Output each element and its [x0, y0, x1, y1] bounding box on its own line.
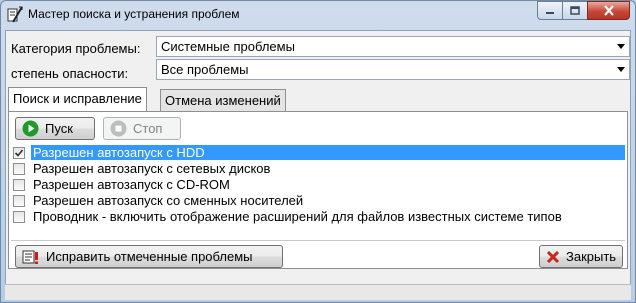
checkbox[interactable]	[13, 179, 25, 191]
status-bar	[5, 284, 631, 300]
list-item[interactable]: Разрешен автозапуск со сменных носителей	[11, 193, 625, 209]
checkmark-icon	[14, 149, 24, 157]
stop-icon	[110, 120, 127, 137]
list-item[interactable]: Проводник - включить отображение расшире…	[11, 209, 625, 225]
dialog-body: Категория проблемы: Системные проблемы с…	[5, 30, 631, 300]
problem-label: Разрешен автозапуск с CD-ROM	[33, 177, 230, 192]
severity-dropdown[interactable]: Все проблемы	[156, 59, 630, 80]
list-item[interactable]: Разрешен автозапуск с HDD	[11, 145, 625, 161]
problem-label: Разрешен автозапуск со сменных носителей	[33, 193, 304, 208]
list-item[interactable]: Разрешен автозапуск с CD-ROM	[11, 177, 625, 193]
start-button[interactable]: Пуск	[15, 117, 95, 140]
list-item[interactable]: Разрешен автозапуск с сетевых дисков	[11, 161, 625, 177]
close-button[interactable]: Закрыть	[539, 245, 623, 268]
close-x-icon	[546, 250, 560, 263]
minimize-button[interactable]	[537, 1, 563, 20]
tab-undo-changes[interactable]: Отмена изменений	[160, 89, 286, 111]
stop-label: Стоп	[133, 121, 163, 136]
problem-label: Разрешен автозапуск с HDD	[31, 145, 625, 160]
window-controls	[537, 1, 630, 20]
main-window: Мастер поиска и устранения проблем Катег…	[0, 0, 636, 303]
start-label: Пуск	[45, 121, 73, 136]
checkbox[interactable]	[13, 147, 25, 159]
problem-label: Проводник - включить отображение расшире…	[33, 209, 562, 224]
severity-label: степень опасности:	[11, 66, 129, 81]
checkbox[interactable]	[13, 211, 25, 223]
close-icon	[603, 5, 614, 16]
problems-list[interactable]: Разрешен автозапуск с HDD Разрешен автоз…	[11, 145, 625, 235]
stop-button[interactable]: Стоп	[103, 117, 181, 140]
category-dropdown[interactable]: Системные проблемы	[156, 36, 630, 57]
search-fix-panel: Пуск Стоп Разрешен автозапуск с HDD Разр…	[8, 111, 628, 269]
maximize-button[interactable]	[562, 1, 588, 20]
category-value: Системные проблемы	[161, 39, 295, 54]
chevron-down-icon	[612, 37, 629, 56]
tab-search-fix[interactable]: Поиск и исправление	[8, 87, 147, 111]
minimize-icon	[546, 11, 554, 14]
close-label: Закрыть	[566, 249, 617, 264]
title-bar[interactable]: Мастер поиска и устранения проблем	[1, 1, 635, 28]
category-label: Категория проблемы:	[11, 41, 141, 56]
problem-label: Разрешен автозапуск с сетевых дисков	[33, 161, 271, 176]
wizard-icon	[7, 6, 23, 23]
fix-label: Исправить отмеченные проблемы	[46, 249, 253, 264]
chevron-down-icon	[612, 60, 629, 79]
checkbox[interactable]	[13, 163, 25, 175]
maximize-icon	[570, 6, 580, 15]
checkbox[interactable]	[13, 195, 25, 207]
divider	[11, 240, 625, 241]
fix-icon	[22, 250, 38, 264]
play-icon	[22, 120, 39, 137]
window-title: Мастер поиска и устранения проблем	[28, 7, 240, 21]
fix-checked-button[interactable]: Исправить отмеченные проблемы	[15, 245, 283, 268]
severity-value: Все проблемы	[161, 62, 249, 77]
close-window-button[interactable]	[587, 1, 630, 20]
